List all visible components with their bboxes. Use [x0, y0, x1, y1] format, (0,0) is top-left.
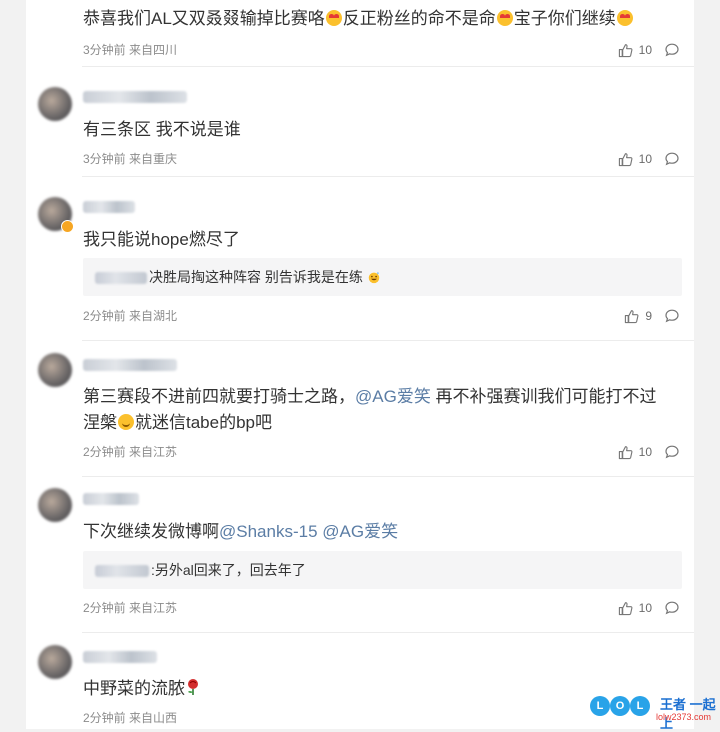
like-button[interactable]: 10	[618, 444, 652, 460]
mention-link[interactable]: @AG爱笑	[322, 522, 398, 541]
comment-meta: 2分钟前 来自湖北	[83, 309, 178, 323]
comment-meta: 3分钟前 来自四川	[83, 43, 178, 57]
like-count: 10	[638, 152, 652, 166]
comment-item: 我只能说hope燃尽了 决胜局掏这种阵容 别告诉我是在练 2分钟前 来自湖北 9	[26, 176, 694, 340]
text-segment: 我只能说hope燃尽了	[83, 230, 240, 249]
text-segment: 反正粉丝的命不是命	[342, 9, 496, 28]
like-count: 9	[645, 309, 652, 323]
comment-feed: 恭喜我们AL又双叒叕输掉比赛咯 反正粉丝的命不是命 宝子你们继续 3分钟前 来自四川…	[26, 0, 694, 729]
comment-item: 恭喜我们AL又双叒叕输掉比赛咯 反正粉丝的命不是命 宝子你们继续 3分钟前 来自四川…	[26, 0, 694, 66]
comment-text: 恭喜我们AL又双叒叕输掉比赛咯 反正粉丝的命不是命 宝子你们继续	[83, 6, 668, 32]
text-segment: 就迷信tabe的bp吧	[135, 413, 272, 432]
grinning-sweat-emoji-icon	[368, 271, 380, 284]
like-count: 10	[638, 445, 652, 459]
text-segment: 第三赛段不进前四就要打骑士之路，	[83, 387, 355, 406]
username[interactable]	[83, 91, 187, 103]
reply-username	[95, 272, 147, 285]
mention-link[interactable]: @AG爱笑	[355, 387, 431, 406]
reply-text: 决胜局掏这种阵容 别告诉我是在练	[149, 269, 363, 285]
watermark-letter: L	[630, 696, 650, 716]
thumbs-up-icon	[618, 445, 633, 459]
quoted-reply[interactable]: :另外al回来了，回去年了	[83, 551, 682, 589]
comment-text: 我只能说hope燃尽了	[83, 227, 668, 253]
reply-text: :另外al回来了，回去年了	[151, 562, 306, 578]
comment-meta: 2分钟前 来自江苏	[83, 601, 178, 615]
comment-item: 下次继续发微博啊@Shanks-15 @AG爱笑 :另外al回来了，回去年了 2…	[26, 476, 694, 632]
username[interactable]	[83, 493, 139, 505]
mention-link[interactable]: @Shanks-15	[219, 522, 318, 541]
avatar[interactable]	[38, 488, 72, 522]
like-button[interactable]: 10	[618, 600, 652, 616]
text-segment: 有三条区 我不说是谁	[83, 120, 241, 139]
quoted-reply[interactable]: 决胜局掏这种阵容 别告诉我是在练	[83, 258, 682, 296]
thumbs-up-icon	[618, 43, 633, 57]
speech-bubble-icon[interactable]	[664, 151, 680, 167]
comment-item: 有三条区 我不说是谁 3分钟前 来自重庆 10	[26, 66, 694, 176]
heart-eyes-emoji-icon	[325, 10, 342, 26]
speech-bubble-icon[interactable]	[664, 308, 680, 324]
smiling-emoji-icon	[118, 414, 134, 430]
speech-bubble-icon[interactable]	[664, 42, 680, 58]
text-segment: 宝子你们继续	[513, 9, 616, 28]
text-segment: 恭喜我们AL又双叒叕输掉比赛咯	[83, 9, 325, 28]
like-button[interactable]: 10	[618, 42, 652, 58]
thumbs-up-icon	[625, 309, 639, 323]
avatar[interactable]	[38, 645, 72, 679]
avatar[interactable]	[38, 87, 72, 121]
like-button[interactable]: 9	[624, 308, 652, 324]
comment-text: 有三条区 我不说是谁	[83, 117, 668, 143]
comment-item: 第三赛段不进前四就要打骑士之路，@AG爱笑 再不补强赛训我们可能打不过涅槃 就迷信…	[26, 340, 694, 476]
reply-username	[95, 565, 149, 578]
verified-badge	[61, 220, 74, 233]
heart-eyes-emoji-icon	[496, 10, 513, 26]
text-segment: 中野菜的流脓	[83, 679, 185, 698]
comment-text: 下次继续发微博啊@Shanks-15 @AG爱笑	[83, 519, 668, 545]
avatar[interactable]	[38, 353, 72, 387]
comment-text: 中野菜的流脓	[83, 676, 668, 702]
speech-bubble-icon[interactable]	[664, 444, 680, 460]
like-count: 10	[638, 43, 652, 57]
watermark-url: lolw2373.com	[656, 712, 712, 722]
thumbs-up-icon	[618, 601, 633, 615]
heart-eyes-emoji-icon	[616, 10, 633, 26]
site-watermark: L O L 王者 一起上 lolw2373.com	[590, 692, 718, 731]
rose-emoji-icon	[188, 679, 198, 695]
like-button[interactable]: 10	[618, 151, 652, 167]
comment-meta: 3分钟前 来自重庆	[83, 152, 178, 166]
text-segment: 下次继续发微博啊	[83, 522, 219, 541]
speech-bubble-icon[interactable]	[664, 600, 680, 616]
comment-text: 第三赛段不进前四就要打骑士之路，@AG爱笑 再不补强赛训我们可能打不过涅槃 就迷信…	[83, 384, 668, 436]
username[interactable]	[83, 359, 177, 371]
username[interactable]	[83, 201, 135, 213]
thumbs-up-icon	[618, 152, 633, 166]
watermark-letter: L	[590, 696, 610, 716]
like-count: 10	[638, 601, 652, 615]
watermark-letter: O	[610, 696, 630, 716]
username[interactable]	[83, 651, 157, 663]
comment-meta: 2分钟前 来自江苏	[83, 445, 178, 459]
comment-meta: 2分钟前 来自山西	[83, 711, 178, 725]
